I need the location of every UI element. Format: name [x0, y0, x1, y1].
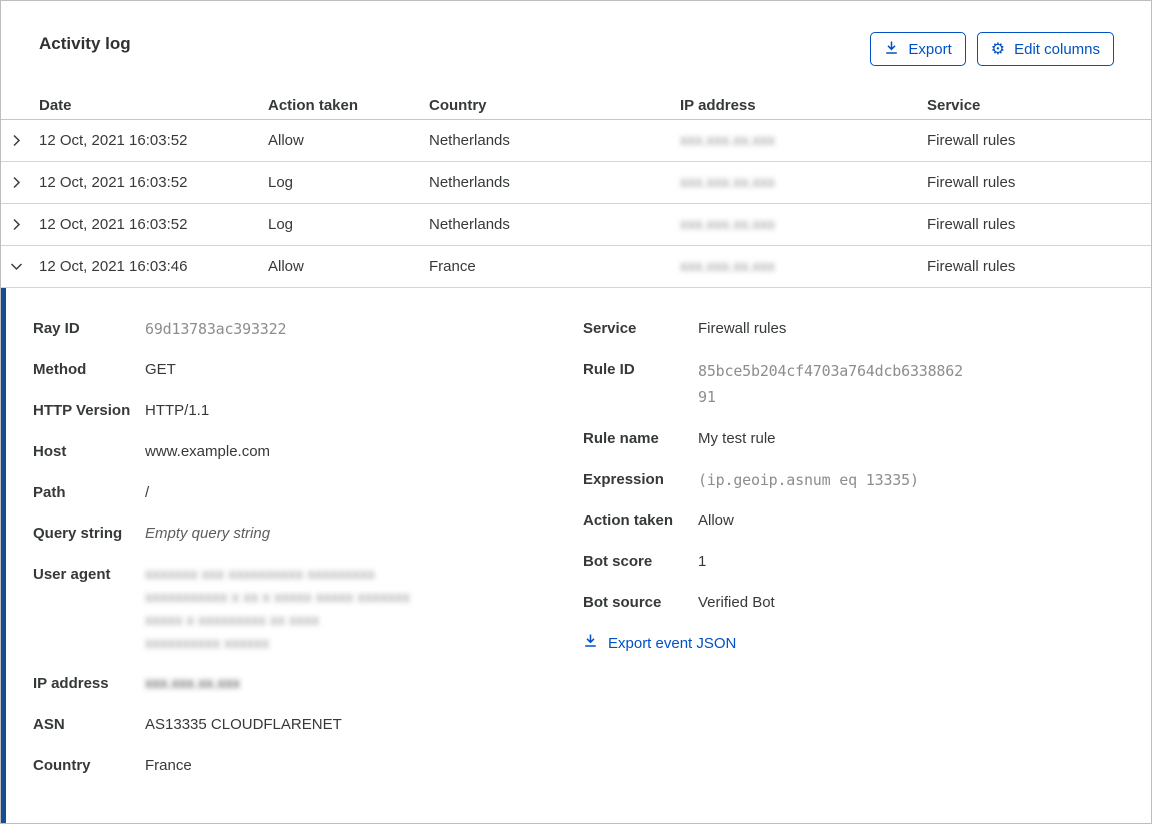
table-row-expanded[interactable]: 12 Oct, 2021 16:03:46 Allow France xxx.x… — [1, 246, 1151, 288]
table-header: Date Action taken Country IP address Ser… — [1, 91, 1151, 120]
cell-country: Netherlands — [429, 132, 510, 149]
ray-id-value: 69d13783ac393322 — [145, 320, 287, 338]
table-row[interactable]: 12 Oct, 2021 16:03:52 Log Netherlands xx… — [1, 162, 1151, 204]
detail-row-host: Host www.example.com — [33, 440, 583, 464]
cell-action-taken: Log — [268, 174, 294, 191]
path-value: / — [145, 484, 150, 501]
gear-icon: ⚙ — [990, 39, 1006, 58]
cell-action-taken: Allow — [268, 258, 304, 275]
activity-log-panel: Activity log Export ⚙ Edit columns Date … — [0, 0, 1152, 824]
method-value: GET — [145, 361, 176, 378]
cell-action-taken: Allow — [268, 132, 304, 149]
detail-row-rule-id: Rule ID 85bce5b204cf4703a764dcb633886291 — [583, 358, 1115, 410]
http-version-value: HTTP/1.1 — [145, 402, 210, 419]
cell-ip-address-redacted: xxx.xxx.xx.xxx — [680, 258, 776, 275]
column-header-action-taken: Action taken — [268, 96, 359, 114]
cell-date: 12 Oct, 2021 16:03:46 — [39, 258, 188, 275]
detail-row-path: Path / — [33, 481, 583, 505]
download-icon — [583, 632, 598, 656]
detail-row-bot-score: Bot score 1 — [583, 550, 1115, 574]
detail-row-user-agent: User agent xxxxxxx xxx xxxxxxxxxx xxxxxx… — [33, 563, 583, 655]
table-row[interactable]: 12 Oct, 2021 16:03:52 Allow Netherlands … — [1, 120, 1151, 162]
expression-value: (ip.geoip.asnum eq 13335) — [698, 471, 919, 489]
bot-score-value: 1 — [698, 553, 707, 570]
cell-service: Firewall rules — [927, 174, 1016, 191]
export-button[interactable]: Export — [870, 32, 966, 66]
query-string-value: Empty query string — [145, 525, 271, 542]
export-event-json-label: Export event JSON — [608, 635, 737, 652]
host-value: www.example.com — [145, 443, 271, 460]
detail-row-ip-address: IP address xxx.xxx.xx.xxx — [33, 672, 583, 696]
export-button-label: Export — [908, 40, 952, 58]
detail-row-service: Service Firewall rules — [583, 317, 1115, 341]
cell-date: 12 Oct, 2021 16:03:52 — [39, 216, 188, 233]
detail-row-action-taken: Action taken Allow — [583, 509, 1115, 533]
action-taken-value: Allow — [698, 512, 734, 529]
download-icon — [884, 40, 899, 58]
detail-left-column: Ray ID 69d13783ac393322 Method GET HTTP … — [33, 317, 583, 823]
detail-row-ray-id: Ray ID 69d13783ac393322 — [33, 317, 583, 341]
cell-date: 12 Oct, 2021 16:03:52 — [39, 132, 188, 149]
detail-row-http-version: HTTP Version HTTP/1.1 — [33, 399, 583, 423]
detail-row-bot-source: Bot source Verified Bot — [583, 591, 1115, 615]
toolbar-actions: Export ⚙ Edit columns — [870, 32, 1114, 66]
country-value: France — [145, 757, 192, 774]
cell-country: France — [429, 258, 476, 275]
detail-row-rule-name: Rule name My test rule — [583, 427, 1115, 451]
user-agent-value-redacted: xxxxxxx xxx xxxxxxxxxx xxxxxxxxx xxxxxxx… — [145, 566, 411, 652]
column-header-country: Country — [429, 96, 487, 114]
rule-name-value: My test rule — [698, 430, 776, 447]
detail-row-expression: Expression (ip.geoip.asnum eq 13335) — [583, 468, 1115, 492]
chevron-right-icon[interactable] — [1, 175, 39, 190]
detail-row-method: Method GET — [33, 358, 583, 382]
cell-service: Firewall rules — [927, 132, 1016, 149]
cell-country: Netherlands — [429, 174, 510, 191]
service-value: Firewall rules — [698, 320, 787, 337]
cell-service: Firewall rules — [927, 216, 1016, 233]
detail-right-column: Service Firewall rules Rule ID 85bce5b20… — [583, 317, 1115, 823]
cell-ip-address-redacted: xxx.xxx.xx.xxx — [680, 174, 776, 191]
topbar: Activity log Export ⚙ Edit columns — [1, 1, 1151, 91]
detail-row-query-string: Query string Empty query string — [33, 522, 583, 546]
page-title: Activity log — [39, 34, 131, 53]
ip-address-value-redacted: xxx.xxx.xx.xxx — [145, 675, 241, 692]
cell-date: 12 Oct, 2021 16:03:52 — [39, 174, 188, 191]
column-header-service: Service — [927, 96, 981, 114]
event-detail-panel: Ray ID 69d13783ac393322 Method GET HTTP … — [1, 288, 1151, 823]
chevron-right-icon[interactable] — [1, 217, 39, 232]
detail-row-country: Country France — [33, 754, 583, 778]
cell-ip-address-redacted: xxx.xxx.xx.xxx — [680, 216, 776, 233]
export-event-json-link[interactable]: Export event JSON — [583, 632, 736, 656]
column-header-ip-address: IP address — [680, 96, 756, 114]
chevron-right-icon[interactable] — [1, 133, 39, 148]
cell-ip-address-redacted: xxx.xxx.xx.xxx — [680, 132, 776, 149]
column-header-date: Date — [39, 96, 72, 114]
bot-source-value: Verified Bot — [698, 594, 775, 611]
edit-columns-button[interactable]: ⚙ Edit columns — [976, 32, 1114, 66]
asn-value: AS13335 CLOUDFLARENET — [145, 716, 342, 733]
table-row[interactable]: 12 Oct, 2021 16:03:52 Log Netherlands xx… — [1, 204, 1151, 246]
rule-id-value: 85bce5b204cf4703a764dcb633886291 — [698, 362, 963, 406]
edit-columns-button-label: Edit columns — [1014, 40, 1100, 58]
cell-action-taken: Log — [268, 216, 294, 233]
chevron-down-icon[interactable] — [1, 259, 39, 274]
cell-service: Firewall rules — [927, 258, 1016, 275]
detail-row-asn: ASN AS13335 CLOUDFLARENET — [33, 713, 583, 737]
cell-country: Netherlands — [429, 216, 510, 233]
